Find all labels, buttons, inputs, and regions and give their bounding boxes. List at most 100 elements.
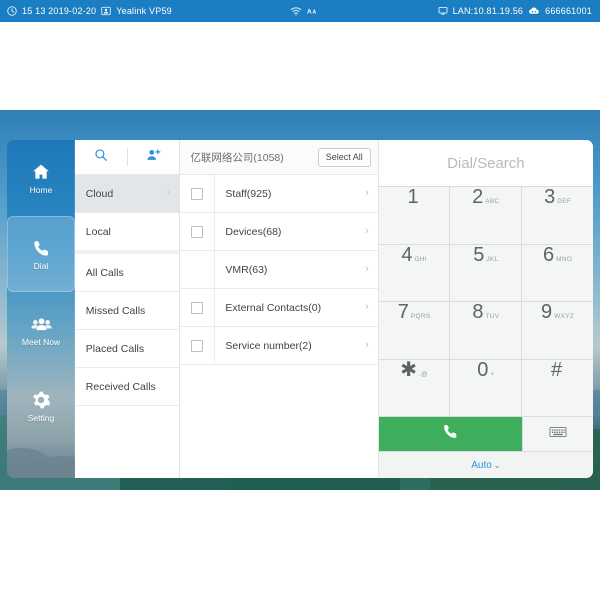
sidebar-item-label: Setting <box>27 413 55 424</box>
key-digit: 2 <box>472 186 484 208</box>
key-letters: GHI <box>414 255 427 263</box>
sidebar: Home Dial Meet Now Setting <box>7 140 75 478</box>
key-digit: 8 <box>472 301 484 323</box>
directory-item-local[interactable]: Local <box>74 213 180 254</box>
contacts-row-staff[interactable]: Staff(925) › <box>180 175 378 213</box>
directory-item-all-calls[interactable]: All Calls <box>74 254 180 292</box>
gear-icon <box>30 389 52 411</box>
contacts-row-devices[interactable]: Devices(68) › <box>180 213 378 251</box>
contact-card-icon <box>101 6 111 16</box>
sidebar-item-dial[interactable]: Dial <box>7 216 75 292</box>
key-star[interactable]: ✱ .@ <box>378 359 450 416</box>
key-0[interactable]: 0 + <box>450 359 522 416</box>
sidebar-hill <box>31 456 75 478</box>
row-checkbox-wrap[interactable] <box>180 339 214 352</box>
key-digit: 7 <box>397 301 409 323</box>
sidebar-item-meet-now[interactable]: Meet Now <box>7 292 75 368</box>
directory-item-label: All Calls <box>85 266 124 279</box>
checkbox-icon[interactable] <box>191 225 204 238</box>
key-digit: 5 <box>473 243 485 266</box>
key-8[interactable]: 8 TUV <box>450 301 522 359</box>
dial-search-input[interactable]: Dial/Search <box>378 140 593 186</box>
status-bar-right: LAN:10.81.19.56 666661001 <box>438 6 600 16</box>
status-bar: 15 13 2019-02-20 Yealink VP59 AA LAN:10.… <box>0 0 600 22</box>
key-letters: ABC <box>485 198 500 205</box>
device-screen: Home Dial Meet Now Setting Cloud › Local… <box>0 110 600 490</box>
key-letters: JKL <box>486 255 499 263</box>
clock-icon <box>7 6 17 16</box>
contacts-row-label: External Contacts(0) <box>225 301 322 314</box>
key-letters: + <box>490 370 495 378</box>
contacts-row-external-contacts[interactable]: External Contacts(0) › <box>180 289 378 327</box>
key-digit: 6 <box>543 243 555 266</box>
key-5[interactable]: 5 JKL <box>450 243 522 301</box>
checkbox-icon[interactable] <box>191 187 204 200</box>
directory-item-label: Cloud <box>85 187 114 200</box>
status-lan-address: LAN:10.81.19.56 <box>452 6 524 16</box>
key-2[interactable]: 2 ABC <box>450 186 522 244</box>
search-icon <box>94 148 108 167</box>
chevron-right-icon: › <box>365 339 369 351</box>
directory-item-placed-calls[interactable]: Placed Calls <box>74 330 180 368</box>
keypad-row: 4 GHI 5 JKL 6 MNO <box>378 243 593 301</box>
contacts-list: Staff(925) › Devices(68) › VMR(63) › Ext… <box>180 175 378 478</box>
contacts-row-vmr[interactable]: VMR(63) › <box>180 251 378 289</box>
phone-icon <box>30 237 52 259</box>
dial-mode-label: Auto <box>471 459 492 471</box>
key-letters: TUV <box>485 313 500 320</box>
keypad-action-row <box>378 417 593 451</box>
contacts-header: 亿联网络公司(1058) Select All <box>180 140 378 175</box>
checkbox-icon[interactable] <box>191 301 204 314</box>
svg-text:A: A <box>313 10 317 16</box>
directory-item-cloud[interactable]: Cloud › <box>74 175 180 213</box>
dial-app-window: Home Dial Meet Now Setting Cloud › Local… <box>7 140 593 478</box>
keypad-row: 1 2 ABC 3 DEF <box>378 186 593 244</box>
sidebar-item-home[interactable]: Home <box>7 140 75 216</box>
search-button[interactable] <box>75 140 127 174</box>
chevron-down-icon: ⌄ <box>493 460 501 470</box>
key-hash[interactable]: # <box>522 359 593 416</box>
directory-item-label: Local <box>85 225 111 238</box>
directory-item-missed-calls[interactable]: Missed Calls <box>74 292 180 330</box>
row-checkbox-wrap[interactable] <box>180 301 214 314</box>
directory-item-received-calls[interactable]: Received Calls <box>74 368 180 406</box>
row-checkbox-wrap[interactable] <box>180 187 214 200</box>
group-icon <box>30 313 52 335</box>
dial-mode-selector[interactable]: Auto ⌄ <box>378 452 593 478</box>
status-time-date: 15 13 2019-02-20 <box>22 6 97 16</box>
key-7[interactable]: 7 PQRS <box>378 301 450 359</box>
key-letters: MNO <box>556 255 573 263</box>
key-letters: DEF <box>557 198 572 205</box>
row-checkbox-wrap[interactable] <box>180 225 214 238</box>
directory-item-label: Missed Calls <box>85 304 146 317</box>
chevron-right-icon: › <box>365 301 369 313</box>
key-3[interactable]: 3 DEF <box>522 187 593 244</box>
home-icon <box>30 161 52 183</box>
chevron-right-icon: › <box>166 187 171 199</box>
contacts-title: 亿联网络公司(1058) <box>190 151 284 164</box>
checkbox-icon[interactable] <box>191 339 204 352</box>
select-all-button[interactable]: Select All <box>317 147 371 167</box>
directory-item-label: Received Calls <box>85 380 156 393</box>
key-digit: 9 <box>541 301 553 323</box>
svg-text:A: A <box>307 9 312 16</box>
status-device-name: Yealink VP59 <box>116 6 172 16</box>
sidebar-item-label: Dial <box>33 261 49 272</box>
key-9[interactable]: 9 WXYZ <box>522 302 593 359</box>
sidebar-item-setting[interactable]: Setting <box>7 368 75 444</box>
call-button[interactable] <box>378 417 522 451</box>
key-digit: 3 <box>544 186 556 208</box>
contacts-row-service-number[interactable]: Service number(2) › <box>180 327 378 365</box>
keyboard-toggle-button[interactable] <box>522 417 593 451</box>
contacts-row-label: Service number(2) <box>225 339 312 352</box>
sidebar-item-label: Meet Now <box>21 337 61 348</box>
key-4[interactable]: 4 GHI <box>378 244 450 301</box>
key-1[interactable]: 1 <box>378 187 450 244</box>
add-contact-button[interactable] <box>128 140 180 174</box>
key-6[interactable]: 6 MNO <box>522 243 593 301</box>
keypad-row: 7 PQRS 8 TUV 9 WXYZ <box>378 301 593 359</box>
status-bar-center: AA <box>172 6 438 16</box>
sidebar-item-label: Home <box>29 185 53 196</box>
chevron-right-icon: › <box>365 263 369 275</box>
key-letters: .@ <box>418 370 428 378</box>
